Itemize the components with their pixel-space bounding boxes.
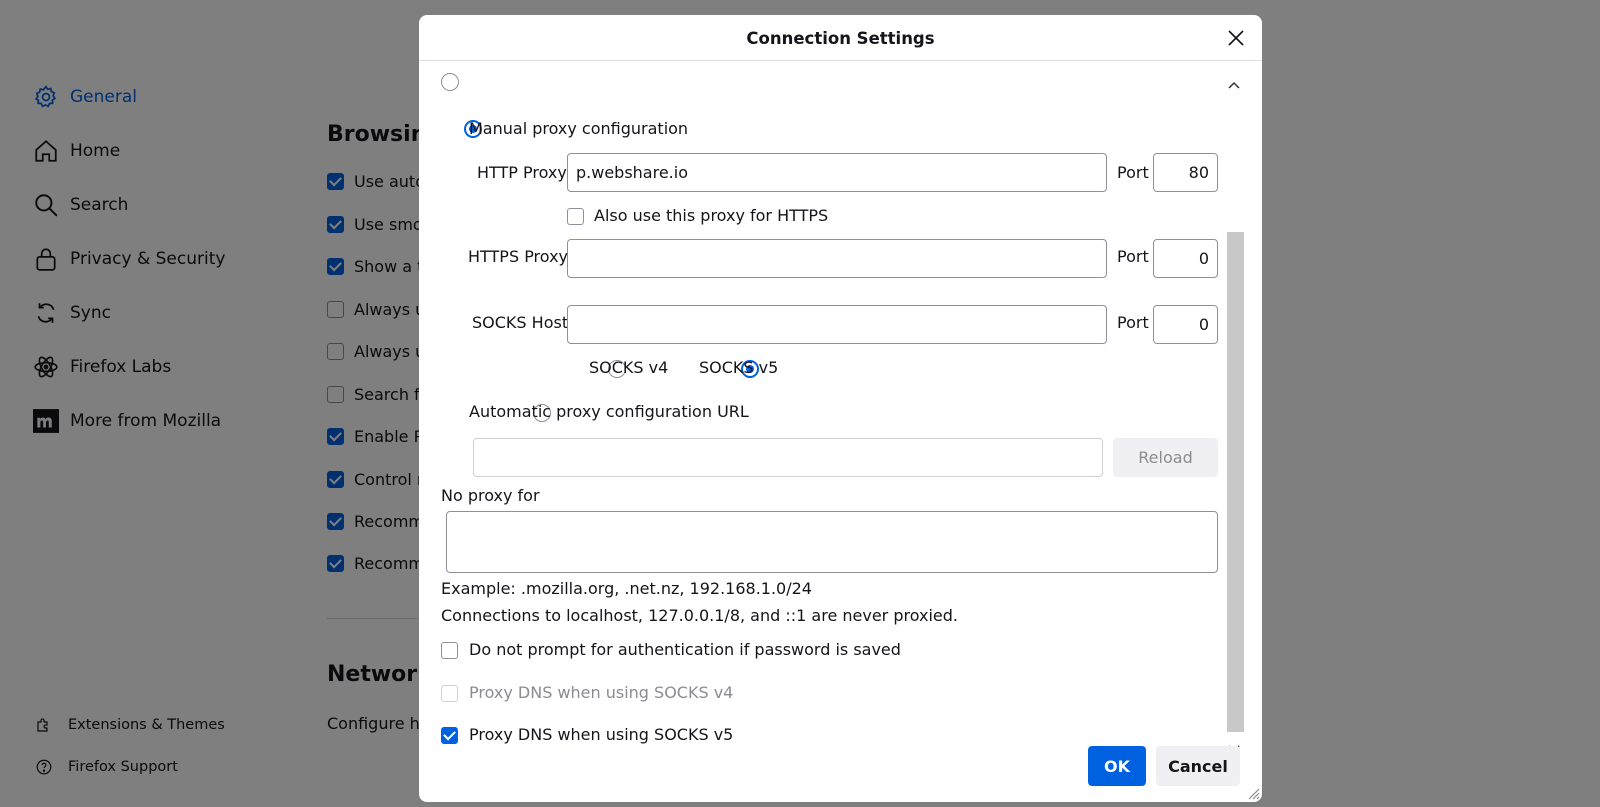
dialog-content: Manual proxy configuration HTTP Proxy p.… [419, 61, 1224, 757]
socks-port-label: Port [1117, 313, 1149, 332]
localhost-text: Connections to localhost, 127.0.0.1/8, a… [441, 606, 959, 625]
no-prompt-auth-checkbox[interactable] [441, 642, 458, 659]
auto-proxy-label: Automatic proxy configuration URL [469, 402, 749, 421]
proxy-dns-v5-label: Proxy DNS when using SOCKS v5 [469, 725, 734, 744]
scroll-up-button[interactable] [1224, 77, 1244, 93]
http-proxy-label: HTTP Proxy [477, 163, 567, 182]
dialog-scrollbar[interactable] [1224, 77, 1244, 757]
https-proxy-label: HTTPS Proxy [468, 247, 569, 266]
chevron-up-icon [1228, 81, 1240, 89]
socks-host-label: SOCKS Host [472, 313, 569, 332]
no-prompt-auth-label: Do not prompt for authentication if pass… [469, 640, 901, 659]
dialog-title: Connection Settings [746, 28, 935, 48]
manual-proxy-label: Manual proxy configuration [469, 119, 689, 138]
also-https-checkbox[interactable] [567, 208, 584, 225]
no-proxy-textarea[interactable] [446, 511, 1218, 573]
proxy-dns-v4-checkbox[interactable] [441, 685, 458, 702]
socks-v4-label: SOCKS v4 [589, 358, 669, 377]
close-button[interactable] [1224, 26, 1248, 50]
cancel-button[interactable]: Cancel [1156, 746, 1240, 786]
https-port-label: Port [1117, 247, 1149, 266]
ok-button[interactable]: OK [1088, 746, 1146, 786]
close-icon [1228, 30, 1244, 46]
example-text: Example: .mozilla.org, .net.nz, 192.168.… [441, 579, 812, 598]
also-https-label: Also use this proxy for HTTPS [594, 206, 829, 225]
socks-port-input[interactable]: 0 [1153, 305, 1218, 344]
http-port-label: Port [1117, 163, 1149, 182]
reload-button[interactable]: Reload [1113, 438, 1218, 477]
proxy-dns-v5-checkbox[interactable] [441, 727, 458, 744]
socks-host-input[interactable] [567, 305, 1107, 344]
http-port-input[interactable]: 80 [1153, 153, 1218, 192]
connection-settings-dialog: Connection Settings Manual proxy configu… [419, 15, 1262, 802]
scrollbar-thumb[interactable] [1227, 232, 1244, 732]
proxy-dns-v4-label: Proxy DNS when using SOCKS v4 [469, 683, 734, 702]
https-port-input[interactable]: 0 [1153, 239, 1218, 278]
resize-grip-icon[interactable] [1244, 784, 1260, 800]
auto-proxy-url-input[interactable] [473, 438, 1103, 477]
radio-partial [441, 73, 459, 91]
http-proxy-input[interactable]: p.webshare.io [567, 153, 1107, 192]
no-proxy-label: No proxy for [441, 486, 540, 505]
https-proxy-input[interactable] [567, 239, 1107, 278]
socks-v5-label: SOCKS v5 [699, 358, 779, 377]
